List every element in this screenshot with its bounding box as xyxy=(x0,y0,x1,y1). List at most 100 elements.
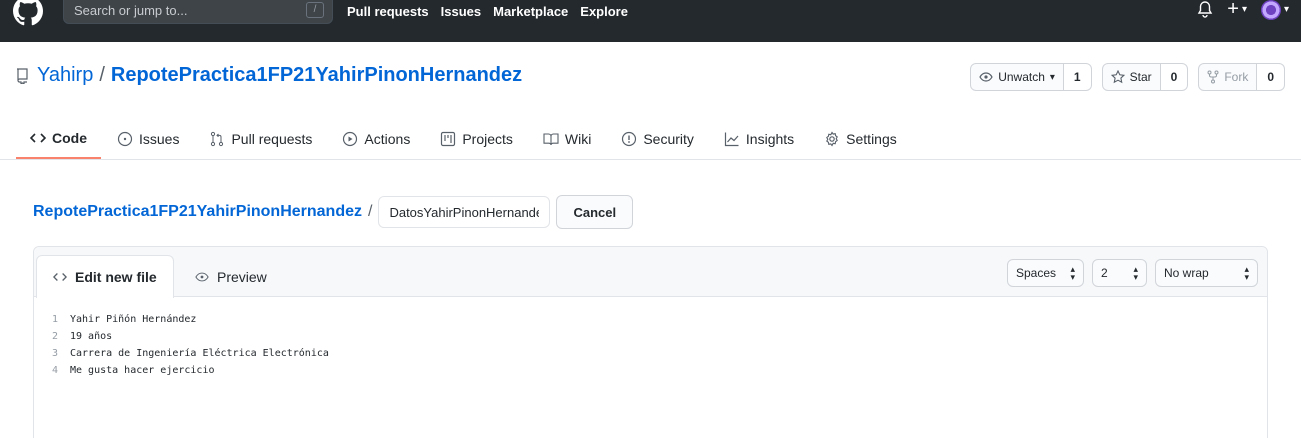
tab-label: Wiki xyxy=(564,131,592,147)
eye-icon xyxy=(979,72,993,82)
code-line: 1 Yahir Piñón Hernández xyxy=(34,311,1267,328)
avatar xyxy=(1260,0,1281,20)
search-shortcut-key: / xyxy=(306,2,324,18)
star-label: Star xyxy=(1129,70,1152,84)
plus-icon: + xyxy=(1227,0,1239,20)
breadcrumb-repo-link[interactable]: RepotePractica1FP21YahirPinonHernandez xyxy=(33,203,362,221)
eye-icon xyxy=(195,272,209,281)
fork-group: Fork 0 xyxy=(1198,63,1285,91)
indent-size-value: 2 xyxy=(1101,266,1108,280)
code-icon xyxy=(30,133,46,143)
tab-label: Security xyxy=(643,131,694,147)
tab-preview[interactable]: Preview xyxy=(179,255,283,298)
indent-mode-value: Spaces xyxy=(1016,266,1057,280)
line-content[interactable]: Me gusta hacer ejercicio xyxy=(70,365,215,376)
select-arrows-icon: ▴ ▾ xyxy=(1244,264,1249,282)
preview-tab-label: Preview xyxy=(217,268,267,285)
tab-label: Code xyxy=(52,130,87,146)
star-count[interactable]: 0 xyxy=(1160,63,1189,91)
unwatch-label: Unwatch xyxy=(998,70,1045,84)
select-arrows-icon: ▴ ▾ xyxy=(1070,264,1075,282)
tab-label: Pull requests xyxy=(231,131,313,147)
indent-mode-select[interactable]: Spaces ▴ ▾ xyxy=(1007,259,1084,287)
repo-actions: Unwatch ▾ 1 Star 0 Fork 0 xyxy=(970,63,1285,91)
tab-security[interactable]: Security xyxy=(607,119,708,159)
tab-wiki[interactable]: Wiki xyxy=(529,119,605,159)
tab-edit-new-file[interactable]: Edit new file xyxy=(36,255,174,298)
indent-size-select[interactable]: 2 ▴ ▾ xyxy=(1092,259,1147,287)
editor-toolbar: Edit new file Preview Spaces ▴ ▾ 2 ▴ ▾ No … xyxy=(34,247,1267,298)
tab-issues[interactable]: Issues xyxy=(103,119,193,159)
github-logo-icon[interactable] xyxy=(12,0,44,26)
star-button[interactable]: Star xyxy=(1101,63,1161,91)
global-nav: Pull requests Issues Marketplace Explore xyxy=(347,4,628,19)
chevron-down-icon: ▾ xyxy=(1241,4,1247,15)
repo-icon xyxy=(17,67,28,84)
tab-label: Insights xyxy=(745,131,795,147)
repo-title: Yahirp / RepotePractica1FP21YahirPinonHe… xyxy=(15,64,522,87)
line-number: 1 xyxy=(51,314,58,325)
create-new-menu[interactable]: + ▾ xyxy=(1227,0,1247,21)
editor-options: Spaces ▴ ▾ 2 ▴ ▾ No wrap ▴ ▾ xyxy=(1007,259,1258,287)
search-input[interactable]: Search or jump to... / xyxy=(63,0,333,24)
star-icon xyxy=(1110,70,1125,84)
star-group: Star 0 xyxy=(1101,63,1189,91)
bell-icon[interactable] xyxy=(1197,0,1213,19)
line-number: 4 xyxy=(51,365,58,376)
header-actions: + ▾ ▾ xyxy=(1197,0,1289,21)
unwatch-button[interactable]: Unwatch ▾ xyxy=(970,63,1064,91)
graph-icon xyxy=(724,132,739,147)
cancel-button[interactable]: Cancel xyxy=(556,195,634,229)
tab-settings[interactable]: Settings xyxy=(810,119,911,159)
line-number: 2 xyxy=(51,331,58,342)
wrap-mode-value: No wrap xyxy=(1164,266,1209,280)
user-menu[interactable]: ▾ xyxy=(1260,0,1289,20)
watch-group: Unwatch ▾ 1 xyxy=(970,63,1092,91)
issue-icon xyxy=(117,131,133,147)
nav-pull-requests[interactable]: Pull requests xyxy=(347,4,429,19)
nav-explore[interactable]: Explore xyxy=(580,4,628,19)
filename-input[interactable] xyxy=(378,196,551,228)
select-arrows-icon: ▴ ▾ xyxy=(1133,264,1138,282)
repo-nav-tabs: Code Issues Pull requests Actions Projec… xyxy=(16,119,913,159)
project-icon xyxy=(441,131,456,147)
tab-pull-requests[interactable]: Pull requests xyxy=(195,119,326,159)
file-editor: Edit new file Preview Spaces ▴ ▾ 2 ▴ ▾ No … xyxy=(33,246,1268,438)
breadcrumb-separator: / xyxy=(368,203,373,220)
nav-marketplace[interactable]: Marketplace xyxy=(493,4,568,19)
shield-icon xyxy=(622,131,637,147)
global-header: Search or jump to... / Pull requests Iss… xyxy=(0,0,1301,42)
tab-label: Projects xyxy=(462,131,513,147)
chevron-down-icon: ▾ xyxy=(1049,71,1055,83)
code-line: 4 Me gusta hacer ejercicio xyxy=(34,362,1267,379)
new-file-breadcrumb: RepotePractica1FP21YahirPinonHernandez /… xyxy=(33,195,634,229)
watch-count[interactable]: 1 xyxy=(1063,63,1092,91)
nav-issues[interactable]: Issues xyxy=(441,4,481,19)
tab-label: Actions xyxy=(364,131,411,147)
repo-name-link[interactable]: RepotePractica1FP21YahirPinonHernandez xyxy=(111,64,522,87)
fork-label: Fork xyxy=(1224,70,1249,84)
fork-count[interactable]: 0 xyxy=(1257,63,1285,91)
tab-projects[interactable]: Projects xyxy=(426,119,527,159)
pull-request-icon xyxy=(211,131,224,147)
wrap-mode-select[interactable]: No wrap ▴ ▾ xyxy=(1155,259,1258,287)
chevron-down-icon: ▾ xyxy=(1283,4,1289,15)
code-area[interactable]: 1 Yahir Piñón Hernández 2 19 años 3 Carr… xyxy=(34,297,1267,379)
line-number: 3 xyxy=(51,348,58,359)
code-line: 3 Carrera de Ingeniería Eléctrica Electr… xyxy=(34,345,1267,362)
tab-code[interactable]: Code xyxy=(16,119,101,159)
code-icon xyxy=(53,273,67,281)
line-content[interactable]: 19 años xyxy=(70,331,112,342)
line-content[interactable]: Yahir Piñón Hernández xyxy=(70,314,196,325)
line-content[interactable]: Carrera de Ingeniería Eléctrica Electrón… xyxy=(70,348,329,359)
repo-separator: / xyxy=(99,64,105,86)
tab-label: Issues xyxy=(139,131,180,147)
fork-icon xyxy=(1207,70,1219,84)
tab-actions[interactable]: Actions xyxy=(328,119,424,159)
edit-tab-label: Edit new file xyxy=(75,269,157,285)
code-line: 2 19 años xyxy=(34,328,1267,345)
search-placeholder: Search or jump to... xyxy=(74,3,188,18)
fork-button[interactable]: Fork xyxy=(1198,63,1258,91)
repo-owner-link[interactable]: Yahirp xyxy=(37,64,93,87)
tab-insights[interactable]: Insights xyxy=(710,119,808,159)
